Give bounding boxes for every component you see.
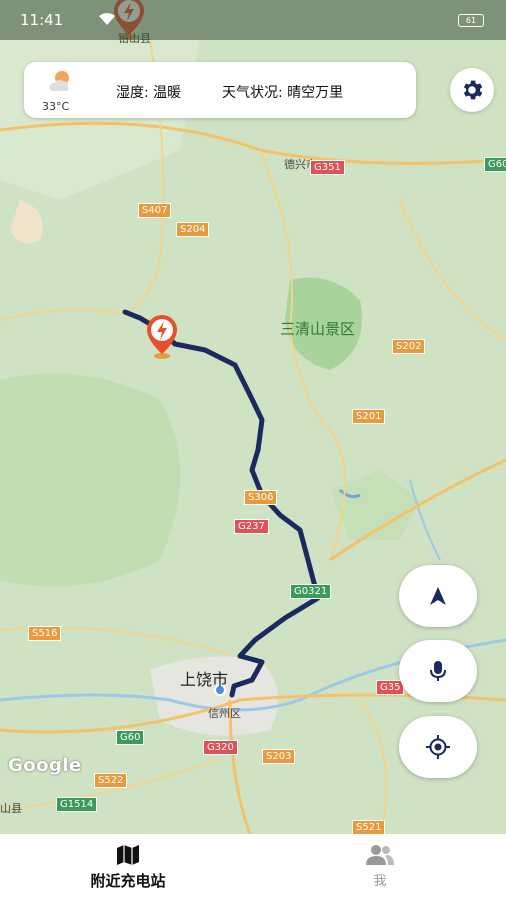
map-icon xyxy=(117,845,139,865)
road-shield: G320 xyxy=(203,740,238,755)
locate-button[interactable] xyxy=(399,716,477,778)
charging-station-marker[interactable] xyxy=(145,313,179,359)
road-shield: G1514 xyxy=(56,797,98,812)
people-icon xyxy=(366,845,394,865)
road-shield: G351 xyxy=(310,160,345,175)
status-time: 11:41 xyxy=(20,11,64,29)
sun-cloud-icon xyxy=(49,71,69,91)
scenic-area-label: 三清山景区 xyxy=(280,320,356,338)
tab-label: 附近充电站 xyxy=(90,872,166,890)
navigate-button[interactable] xyxy=(399,565,477,627)
road-shield: S202 xyxy=(392,339,426,354)
temperature: 33°C xyxy=(42,100,70,113)
road-shield: G60 xyxy=(116,730,145,745)
wifi-icon xyxy=(98,12,116,30)
road-shield: S522 xyxy=(94,773,128,788)
yushan-label: 山县 xyxy=(0,802,22,815)
road-shield: S204 xyxy=(176,222,210,237)
settings-button[interactable] xyxy=(450,68,494,112)
map-canvas xyxy=(0,0,506,834)
city-label: 上饶市 xyxy=(180,670,229,689)
weather-card: 33°C 湿度: 温暖 天气状况: 晴空万里 xyxy=(24,62,416,118)
tab-label: 我 xyxy=(373,874,387,889)
road-shield: S203 xyxy=(262,749,296,764)
road-shield: S521 xyxy=(352,820,386,834)
voice-button[interactable] xyxy=(399,640,477,702)
road-shield: S407 xyxy=(138,203,172,218)
road-shield: S516 xyxy=(28,626,62,641)
road-shield: S201 xyxy=(352,409,386,424)
bottom-tab-bar: 附近充电站 我 xyxy=(0,834,506,900)
road-shield: G0321 xyxy=(290,584,332,599)
road-shield: S306 xyxy=(244,490,278,505)
google-attribution: Google xyxy=(8,755,82,776)
district-label: 信州区 xyxy=(208,707,241,720)
map-view[interactable]: 三清山景区 上饶市 信州区 德兴市 铅山县 山县 G351 S407 S204 … xyxy=(0,0,506,834)
road-shield: G237 xyxy=(234,519,269,534)
battery-icon: 61 xyxy=(458,14,484,27)
status-bar: 11:41 61 xyxy=(0,0,506,40)
humidity-text: 湿度: 温暖 xyxy=(116,85,182,101)
tab-nearby-stations[interactable]: 附近充电站 xyxy=(68,834,188,900)
tab-me[interactable]: 我 xyxy=(340,834,420,900)
navigation-arrow-icon xyxy=(430,587,446,605)
gear-icon xyxy=(463,80,483,100)
weather-condition-text: 天气状况: 晴空万里 xyxy=(222,85,344,101)
microphone-icon xyxy=(430,661,446,681)
my-location-icon xyxy=(426,735,450,759)
road-shield: G60 xyxy=(484,157,506,172)
